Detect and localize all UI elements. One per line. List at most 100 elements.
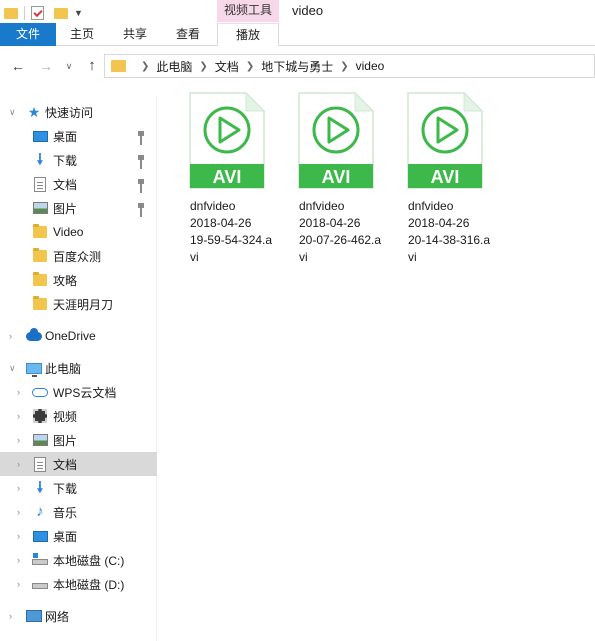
sidebar-item-label: 文档 <box>53 457 78 472</box>
document-icon <box>32 176 48 192</box>
sidebar-item-desktop[interactable]: 桌面 <box>0 124 157 148</box>
desktop-icon <box>32 128 48 144</box>
chevron-right-icon[interactable]: › <box>17 387 20 397</box>
pin-icon[interactable] <box>140 131 150 145</box>
sidebar-item-drive-c[interactable]: › 本地磁盘 (C:) <box>0 548 157 572</box>
file-item[interactable]: AVI dnfvideo 2018-04-26 20-07-26-462.a v… <box>275 92 381 264</box>
sidebar-item-pc-documents[interactable]: › 文档 <box>0 452 157 476</box>
sidebar-item-baidu[interactable]: 百度众测 <box>0 244 157 268</box>
chevron-right-icon[interactable]: › <box>17 555 20 565</box>
sidebar-item-label: 本地磁盘 (C:) <box>53 553 125 568</box>
pictures-icon <box>32 200 48 216</box>
breadcrumb-this-pc[interactable]: 此电脑 <box>156 58 192 75</box>
tab-play[interactable]: 播放 <box>217 23 279 46</box>
sidebar-item-label: 下载 <box>53 481 78 496</box>
download-icon: 🠗 <box>36 479 44 496</box>
chevron-down-icon[interactable]: ∨ <box>9 107 16 118</box>
sidebar-item-pc-desktop[interactable]: › 桌面 <box>0 524 157 548</box>
toolbar-divider <box>24 6 25 20</box>
sidebar-item-label: 快速访问 <box>45 105 94 120</box>
sidebar-item-network[interactable]: › 网络 <box>0 604 157 628</box>
system-drive-icon <box>32 552 48 568</box>
sidebar-item-tianya[interactable]: 天涯明月刀 <box>0 292 157 316</box>
breadcrumb-documents[interactable]: 文档 <box>215 58 239 75</box>
sidebar-item-label: OneDrive <box>45 329 96 343</box>
sidebar-item-label: WPS云文档 <box>53 385 117 400</box>
network-icon <box>26 608 42 624</box>
chevron-right-icon[interactable]: › <box>9 331 12 341</box>
sidebar-item-downloads[interactable]: 🠗 下载 <box>0 148 157 172</box>
folder-icon <box>32 248 48 264</box>
file-name: dnfvideo 2018-04-26 20-14-38-316.a vi <box>408 198 508 266</box>
sidebar-item-pictures[interactable]: 图片 <box>0 196 157 220</box>
title-bar: ▼ 视频工具 video <box>0 0 595 24</box>
sidebar-item-label: 文档 <box>53 177 78 192</box>
avi-badge: AVI <box>430 167 460 187</box>
breadcrumb-video[interactable]: video <box>356 59 385 73</box>
chevron-right-icon[interactable]: ❯ <box>246 61 254 72</box>
address-bar[interactable]: ❯ 此电脑 ❯ 文档 ❯ 地下城与勇士 ❯ video <box>104 54 595 78</box>
chevron-right-icon[interactable]: ❯ <box>199 61 207 72</box>
sidebar-item-pc-pictures[interactable]: › 图片 <box>0 428 157 452</box>
chevron-right-icon[interactable]: › <box>17 579 20 589</box>
tab-view[interactable]: 查看 <box>164 23 212 46</box>
quick-access-toolbar: ▼ <box>0 4 83 22</box>
sidebar-item-label: 桌面 <box>53 129 78 144</box>
chevron-down-icon[interactable]: ∨ <box>9 363 16 374</box>
sidebar-item-onedrive[interactable]: › OneDrive <box>0 324 157 348</box>
pin-icon[interactable] <box>140 155 150 169</box>
sidebar-item-drive-d[interactable]: › 本地磁盘 (D:) <box>0 572 157 596</box>
chevron-right-icon[interactable]: › <box>17 459 20 469</box>
sidebar-item-videos[interactable]: › 视频 <box>0 404 157 428</box>
recent-locations-chevron-icon[interactable]: ∨ <box>62 56 76 76</box>
chevron-right-icon[interactable]: ❯ <box>340 61 348 72</box>
tab-share[interactable]: 共享 <box>110 23 160 46</box>
pictures-icon <box>32 432 48 448</box>
folder-icon <box>32 272 48 288</box>
sidebar-item-label: 视频 <box>53 409 78 424</box>
chevron-right-icon[interactable]: › <box>17 507 20 517</box>
chevron-right-icon[interactable]: › <box>17 411 20 421</box>
folder-icon <box>32 224 48 240</box>
sidebar-item-this-pc[interactable]: ∨ 此电脑 <box>0 356 157 380</box>
customize-toolbar-chevron-icon[interactable]: ▼ <box>74 8 83 18</box>
up-arrow-icon[interactable]: ↑ <box>82 56 102 76</box>
navigation-bar: ← → ∨ ↑ ❯ 此电脑 ❯ 文档 ❯ 地下城与勇士 ❯ video <box>0 52 595 80</box>
pin-icon[interactable] <box>140 203 150 217</box>
folder-icon <box>4 7 18 19</box>
sidebar-item-label: 攻略 <box>53 273 78 288</box>
video-tools-context-header: 视频工具 <box>217 0 279 22</box>
document-icon <box>32 456 48 472</box>
tab-home[interactable]: 主页 <box>58 23 106 46</box>
sidebar-item-label: 网络 <box>45 609 70 624</box>
sidebar-item-wps-cloud[interactable]: › WPS云文档 <box>0 380 157 404</box>
forward-arrow-icon[interactable]: → <box>36 56 56 76</box>
tab-file[interactable]: 文件 <box>0 23 56 46</box>
back-arrow-icon[interactable]: ← <box>8 56 28 76</box>
sidebar-item-guides[interactable]: 攻略 <box>0 268 157 292</box>
sidebar-item-video-folder[interactable]: Video <box>0 220 157 244</box>
pin-icon[interactable] <box>140 179 150 193</box>
sidebar-item-label: 图片 <box>53 433 78 448</box>
music-icon: ♪ <box>36 503 44 520</box>
chevron-right-icon[interactable]: › <box>17 483 20 493</box>
star-icon: ★ <box>27 104 41 120</box>
sidebar-item-music[interactable]: › ♪ 音乐 <box>0 500 157 524</box>
file-item[interactable]: AVI dnfvideo 2018-04-26 19-59-54-324.a v… <box>166 92 272 264</box>
new-folder-icon[interactable] <box>54 7 68 19</box>
sidebar-item-quick-access[interactable]: ∨ ★ 快速访问 <box>0 100 157 124</box>
chevron-right-icon[interactable]: › <box>9 611 12 621</box>
sidebar-item-label: 此电脑 <box>45 361 82 376</box>
properties-icon[interactable] <box>31 6 44 20</box>
chevron-right-icon[interactable]: ❯ <box>141 61 149 72</box>
sidebar-item-pc-downloads[interactable]: › 🠗 下载 <box>0 476 157 500</box>
download-icon: 🠗 <box>36 151 44 168</box>
sidebar-item-documents[interactable]: 文档 <box>0 172 157 196</box>
file-item[interactable]: AVI dnfvideo 2018-04-26 20-14-38-316.a v… <box>384 92 490 264</box>
chevron-right-icon[interactable]: › <box>17 435 20 445</box>
file-name-line: dnfvideo <box>408 199 454 213</box>
file-name-line: 2018-04-26 <box>408 216 470 230</box>
chevron-right-icon[interactable]: › <box>17 531 20 541</box>
breadcrumb-dnf[interactable]: 地下城与勇士 <box>261 58 333 75</box>
sidebar-item-label: 下载 <box>53 153 78 168</box>
